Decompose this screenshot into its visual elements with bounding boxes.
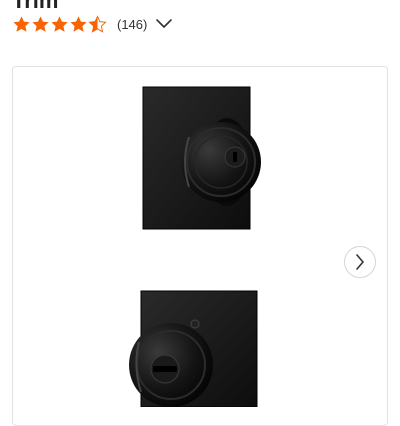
star-half-icon [88,14,107,33]
review-count[interactable]: (146) [117,17,147,32]
star-full-icon [70,15,87,32]
star-full-icon [13,15,30,32]
next-image-button[interactable] [344,246,376,278]
chevron-right-icon [356,254,364,270]
star-full-icon [51,15,68,32]
expand-reviews-button[interactable] [155,15,173,33]
deadbolt-exterior [142,86,261,230]
star-full-icon [32,15,49,32]
product-image[interactable] [13,67,388,407]
knob-interior [129,290,258,407]
rating-row[interactable]: (146) [12,12,173,36]
product-image-gallery[interactable] [12,66,388,426]
star-rating[interactable] [12,14,107,34]
chevron-down-icon [156,19,173,28]
